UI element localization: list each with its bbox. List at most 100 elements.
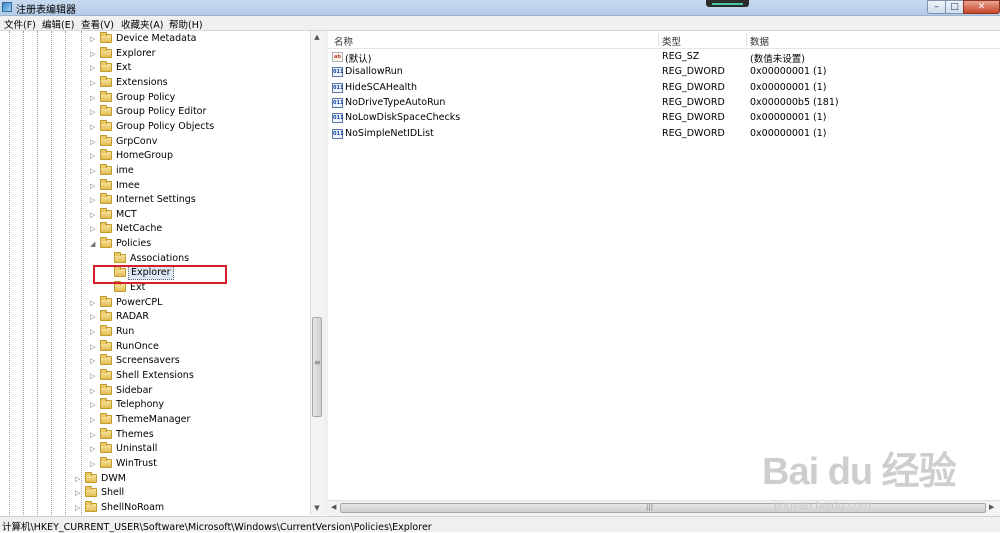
column-type[interactable]: 类型 — [662, 34, 681, 48]
collapsed-arrow-icon[interactable]: ▷ — [90, 431, 95, 439]
folder-icon — [100, 442, 112, 454]
values-list[interactable]: 名称 类型 数据 ab (默认) REG_SZ (数值未设置) 011 DisallowR… — [328, 31, 1000, 500]
collapsed-arrow-icon[interactable]: ▷ — [90, 138, 95, 146]
collapsed-arrow-icon[interactable]: ▷ — [90, 357, 95, 365]
menu-edit[interactable]: 编辑(E) — [42, 17, 74, 31]
folder-icon — [100, 398, 112, 410]
maximize-button[interactable]: □ — [945, 0, 964, 14]
column-name[interactable]: 名称 — [334, 34, 353, 48]
minimize-button[interactable]: – — [927, 0, 946, 14]
red-annotation-box — [93, 265, 227, 284]
collapsed-arrow-icon[interactable]: ▷ — [90, 35, 95, 43]
value-row[interactable]: 011 HideSCAHealth REG_DWORD 0x00000001 (1) — [328, 81, 1000, 96]
menu-file[interactable]: 文件(F) — [4, 17, 36, 31]
collapsed-arrow-icon[interactable]: ▷ — [90, 123, 95, 131]
folder-icon — [85, 486, 97, 498]
menu-view[interactable]: 查看(V) — [81, 17, 114, 31]
collapsed-arrow-icon[interactable]: ▷ — [75, 489, 80, 497]
folder-icon — [100, 75, 112, 87]
watermark-url: jingyan.baidu.com — [774, 498, 871, 512]
folder-icon — [100, 178, 112, 190]
value-data: 0x00000001 (1) — [750, 66, 827, 78]
collapsed-arrow-icon[interactable]: ▷ — [90, 343, 95, 351]
tree-scroll-thumb[interactable] — [312, 317, 322, 417]
folder-icon — [100, 339, 112, 351]
collapsed-arrow-icon[interactable]: ▷ — [90, 50, 95, 58]
tree-vertical-scrollbar[interactable]: ▲ ▼ — [310, 31, 323, 515]
column-divider[interactable] — [746, 33, 747, 46]
value-row[interactable]: 011 NoDriveTypeAutoRun REG_DWORD 0x000000b5… — [328, 96, 1000, 111]
value-data: 0x00000001 (1) — [750, 81, 827, 93]
value-type: REG_DWORD — [662, 81, 725, 93]
collapsed-arrow-icon[interactable]: ▷ — [90, 196, 95, 204]
collapsed-arrow-icon[interactable]: ▷ — [90, 79, 95, 87]
collapsed-arrow-icon[interactable]: ▷ — [90, 225, 95, 233]
collapsed-arrow-icon[interactable]: ▷ — [90, 64, 95, 72]
collapsed-arrow-icon[interactable]: ▷ — [90, 372, 95, 380]
value-name: NoSimpleNetIDList — [345, 127, 434, 139]
column-divider[interactable] — [658, 33, 659, 46]
scroll-down-arrow-icon[interactable]: ▼ — [311, 502, 323, 514]
menu-favorites[interactable]: 收藏夹(A) — [121, 17, 163, 31]
collapsed-arrow-icon[interactable]: ▷ — [90, 328, 95, 336]
value-row[interactable]: 011 NoSimpleNetIDList REG_DWORD 0x00000001 … — [328, 127, 1000, 142]
folder-icon — [85, 500, 97, 512]
scroll-right-arrow-icon[interactable]: ▶ — [989, 503, 994, 511]
tree-guide-line — [81, 31, 82, 515]
collapsed-arrow-icon[interactable]: ▷ — [90, 152, 95, 160]
collapsed-arrow-icon[interactable]: ▷ — [90, 108, 95, 116]
tree-node-label: RunOnce — [116, 340, 159, 352]
value-data: (数值未设置) — [750, 54, 805, 65]
tree-node-label: MCT — [116, 208, 137, 220]
baidu-watermark: Bai du 经验 jingyan.baidu.com — [762, 440, 982, 520]
collapsed-arrow-icon[interactable]: ▷ — [90, 445, 95, 453]
tree-node-label: Telephony — [116, 399, 165, 411]
value-type: REG_DWORD — [662, 96, 725, 108]
collapsed-arrow-icon[interactable]: ▷ — [90, 416, 95, 424]
collapsed-arrow-icon[interactable]: ▷ — [90, 94, 95, 102]
folder-icon — [100, 456, 112, 468]
tree-guide-line — [65, 31, 66, 515]
tree-node-label: Group Policy Editor — [116, 106, 207, 118]
column-data[interactable]: 数据 — [750, 34, 769, 48]
folder-icon — [100, 237, 112, 249]
scroll-up-arrow-icon[interactable]: ▲ — [311, 31, 323, 43]
dword-value-icon: 011 — [332, 113, 344, 124]
value-row[interactable]: ab (默认) REG_SZ (数值未设置) — [328, 50, 1000, 65]
value-row[interactable]: 011 NoLowDiskSpaceChecks REG_DWORD 0x000000… — [328, 111, 1000, 126]
scroll-left-arrow-icon[interactable]: ◀ — [331, 503, 336, 511]
folder-icon — [100, 61, 112, 73]
collapsed-arrow-icon[interactable]: ▷ — [90, 182, 95, 190]
collapsed-arrow-icon[interactable]: ▷ — [75, 475, 80, 483]
value-row[interactable]: 011 DisallowRun REG_DWORD 0x00000001 (1) — [328, 65, 1000, 80]
tree-node-label: Device Metadata — [116, 33, 197, 44]
folder-icon — [100, 222, 112, 234]
collapsed-arrow-icon[interactable]: ▷ — [75, 504, 80, 512]
tree-node-label: Group Policy Objects — [116, 120, 215, 132]
folder-icon — [100, 207, 112, 219]
collapsed-arrow-icon[interactable]: ▷ — [90, 167, 95, 175]
title-bar: 注册表编辑器 – □ ✕ — [0, 0, 1000, 16]
tree-guide-line — [23, 31, 24, 515]
collapsed-arrow-icon[interactable]: ▷ — [90, 313, 95, 321]
collapsed-arrow-icon[interactable]: ▷ — [90, 387, 95, 395]
tree-node-label: GrpConv — [116, 135, 158, 147]
collapsed-arrow-icon[interactable]: ▷ — [90, 211, 95, 219]
value-name: (默认) — [345, 54, 372, 65]
tree-node-label: Themes — [116, 428, 154, 440]
folder-icon — [100, 383, 112, 395]
collapsed-arrow-icon[interactable]: ▷ — [90, 299, 95, 307]
folder-icon — [100, 354, 112, 366]
tree-node-label: Internet Settings — [116, 194, 196, 206]
collapsed-arrow-icon[interactable]: ▷ — [90, 401, 95, 409]
column-header: 名称 类型 数据 — [328, 31, 1000, 49]
folder-icon — [100, 134, 112, 146]
collapsed-arrow-icon[interactable]: ▷ — [90, 460, 95, 468]
tree-node-label: Explorer — [116, 47, 156, 59]
expanded-arrow-icon[interactable]: ◢ — [90, 240, 95, 248]
close-button[interactable]: ✕ — [963, 0, 1000, 14]
watermark-logo: Bai du 经验 — [762, 451, 957, 493]
folder-icon — [100, 149, 112, 161]
folder-icon — [100, 32, 112, 43]
menu-help[interactable]: 帮助(H) — [169, 17, 203, 31]
